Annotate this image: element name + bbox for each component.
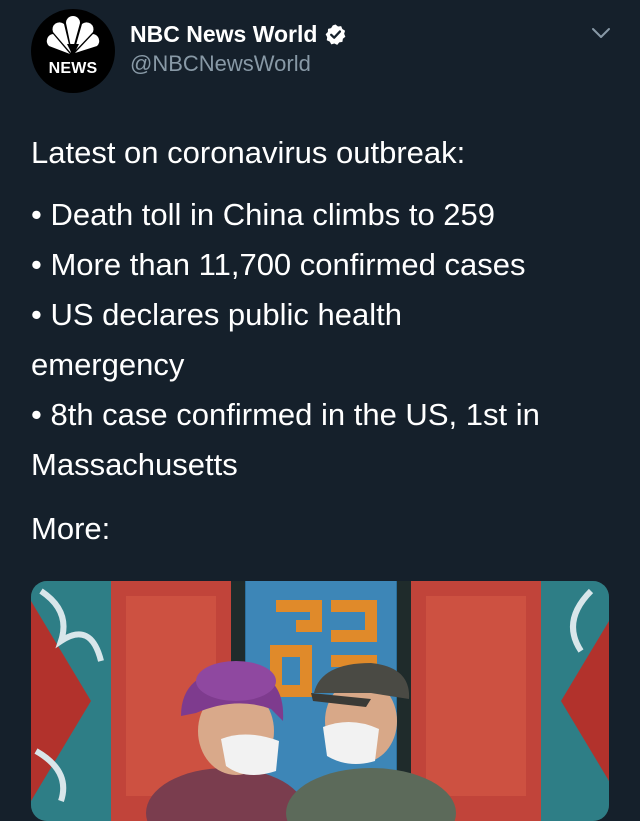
nbc-peacock-logo	[46, 16, 100, 56]
handle[interactable]: @NBCNewsWorld	[130, 51, 311, 77]
tweet-bullet-line: • More than 11,700 confirmed cases	[31, 247, 526, 282]
tweet-bullet-line: Massachusetts	[31, 447, 238, 482]
news-photo	[31, 581, 609, 821]
chevron-down-icon[interactable]	[590, 22, 612, 44]
tweet-bullet-line: • Death toll in China climbs to 259	[31, 197, 496, 232]
tweet-bullet-line: • US declares public health	[31, 297, 403, 332]
tweet-bullet-line: emergency	[31, 347, 185, 382]
avatar[interactable]: NEWS	[31, 9, 115, 93]
avatar-label: NEWS	[48, 60, 98, 77]
verified-badge-icon	[326, 23, 346, 45]
link-card-image[interactable]	[31, 581, 609, 821]
tweet-intro: Latest on coronavirus outbreak:	[31, 135, 466, 170]
tweet-more-label: More:	[31, 511, 111, 546]
tweet-bullet-line: • 8th case confirmed in the US, 1st in	[31, 397, 540, 432]
name-row: NBC News World	[130, 18, 347, 50]
tweet-header: NEWS NBC News World @NBCNewsWorld	[0, 0, 640, 110]
display-name[interactable]: NBC News World	[130, 21, 317, 48]
tweet: NEWS NBC News World @NBCNewsWorld Latest…	[0, 0, 640, 821]
